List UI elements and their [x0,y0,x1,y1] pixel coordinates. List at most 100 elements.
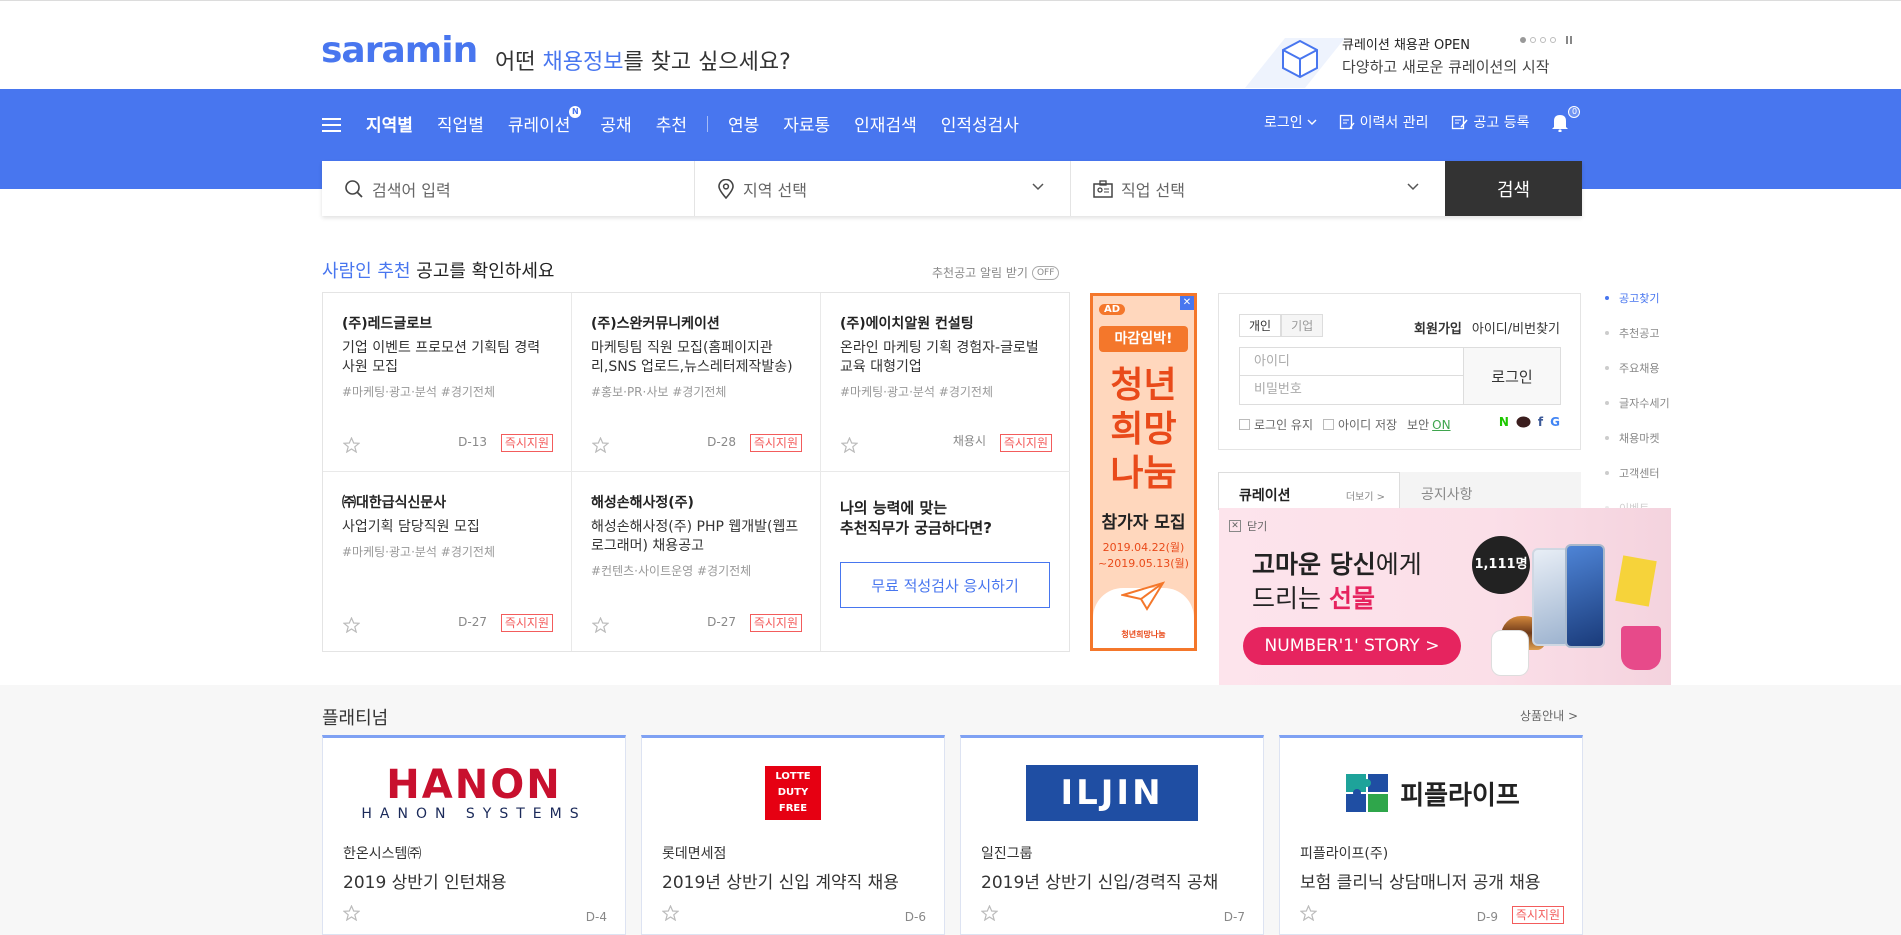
resume-manage-link[interactable]: 이력서 관리 [1339,112,1429,132]
banner-close-button[interactable]: ✕ 닫기 [1229,518,1267,534]
star-icon[interactable] [343,437,360,453]
tab-personal[interactable]: 개인 [1239,314,1282,337]
platinum-job-card[interactable]: HANON HANON SYSTEMS 한온시스템㈜ 2019 상반기 인턴채용… [322,735,626,935]
ad-close-icon[interactable]: ✕ [1180,296,1194,310]
region-select[interactable]: 지역 선택 [695,161,1071,216]
platinum-job-card[interactable]: ILJIN 일진그룹 2019년 상반기 신입/경력직 공채 D-7 [960,735,1264,935]
platinum-job-card[interactable]: 피플라이프 피플라이프(주) 보험 클리닉 상담매니저 공개 채용 D-9 즉시… [1279,735,1583,935]
aptitude-prompt: 나의 능력에 맞는 추천직무가 궁금하다면? [840,499,992,537]
banner-headline: 고마운 당신에게 드리는 선물 [1252,550,1422,613]
login-menu[interactable]: 로그인 [1264,112,1317,132]
job-title[interactable]: 해성손해사정(주) PHP 웹개발(웹프로그래머) 채용공고 [591,518,800,556]
star-icon[interactable] [981,905,998,921]
hanon-systems-logo: HANON HANON SYSTEMS [361,762,587,822]
star-icon[interactable] [592,617,609,633]
quick-apply-button[interactable]: 즉시지원 [749,434,802,452]
platinum-job-card[interactable]: LOTTE DUTY FREE 롯데면세점 2019년 상반기 신입 계약직 채… [641,735,945,935]
job-title[interactable]: 2019 상반기 인턴채용 [343,868,507,893]
quick-apply-button[interactable]: 즉시지원 [500,434,553,452]
star-icon[interactable] [592,437,609,453]
curation-more-link[interactable]: 더보기 > [1346,488,1385,503]
job-title[interactable]: 2019년 상반기 신입 계약직 채용 [662,868,899,893]
pager-dot[interactable] [1540,37,1546,43]
notification-bell[interactable]: 0 [1551,106,1581,132]
tab-curation[interactable]: 큐레이션 더보기 > [1218,472,1400,510]
job-card[interactable]: (주)레드글로브 기업 이벤트 프로모션 기획팀 경력사원 모집 #마케팅·광고… [323,293,572,472]
nav-item-aptitude-test[interactable]: 인적성검사 [941,111,1019,136]
tab-company[interactable]: 기업 [1281,314,1324,337]
job-title[interactable]: 마케팅팀 직원 모집(홈페이지관리,SNS 업로드,뉴스레터제작발송) [591,339,800,377]
id-input[interactable]: 아이디 [1240,348,1463,376]
product-info-link[interactable]: 상품안내 > [1520,707,1578,724]
quick-apply-button[interactable]: 즉시지원 [500,614,553,632]
job-card[interactable]: ㈜대한급식신문사 사업기획 담당직원 모집 #마케팅·광고·분석 #경기전체 D… [323,472,572,651]
promo-subtitle: 다양하고 새로운 큐레이션의 시작 [1342,58,1550,76]
promo-pager[interactable] [1520,36,1572,44]
side-nav-item-recommended[interactable]: 추천공고 [1605,325,1670,360]
ad-dates: 2019.04.22(월) ~2019.05.13(월) [1098,541,1189,570]
job-select[interactable]: 직업 선택 [1071,161,1445,216]
side-nav-item-support[interactable]: 고객센터 [1605,465,1670,500]
quick-apply-button[interactable]: 즉시지원 [999,434,1052,452]
nav-item-curation[interactable]: 큐레이션 N [508,106,582,136]
side-nav-item-major[interactable]: 주요채용 [1605,360,1670,395]
signup-link[interactable]: 회원가입 [1414,322,1462,337]
job-card[interactable]: (주)에이치알원 컨설팅 온라인 마케팅 기획 경험자-글로벌 교육 대형기업 … [821,293,1070,472]
job-card[interactable]: 해성손해사정(주) 해성손해사정(주) PHP 웹개발(웹프로그래머) 채용공고… [572,472,821,651]
alarm-toggle-switch[interactable]: OFF [1031,265,1060,280]
star-icon[interactable] [662,905,679,921]
nav-item-job[interactable]: 직업별 [437,111,484,136]
aptitude-test-button[interactable]: 무료 적성검사 응시하기 [840,562,1050,608]
facebook-login-icon[interactable]: f [1538,415,1543,429]
quick-apply-button[interactable]: 즉시지원 [749,614,802,632]
search-button[interactable]: 검색 [1445,161,1582,216]
keep-login-checkbox[interactable]: 로그인 유지 [1239,416,1313,433]
find-account-link[interactable]: 아이디/비번찾기 [1472,322,1560,337]
job-title[interactable]: 온라인 마케팅 기획 경험자-글로벌 교육 대형기업 [840,339,1050,377]
pager-dot[interactable] [1530,37,1536,43]
gift-event-banner[interactable]: ✕ 닫기 고마운 당신에게 드리는 선물 NUMBER'1' STORY > 1,… [1219,508,1671,687]
post-job-link[interactable]: 공고 등록 [1451,112,1529,132]
security-toggle[interactable]: 보안 ON [1407,416,1461,433]
deadline: D-7 [1223,910,1245,924]
star-icon[interactable] [343,617,360,633]
youth-hope-ad-banner[interactable]: AD ✕ 마감임박! 청년 희망 나눔 참가자 모집 2019.04.22(월) ~2… [1090,293,1197,651]
job-tags: #마케팅·광고·분석 #경기전체 [342,385,495,399]
nav-item-talent-search[interactable]: 인재검색 [854,111,917,136]
star-icon[interactable] [841,437,858,453]
login-fields: 아이디 비밀번호 [1239,347,1464,405]
hamburger-menu-icon[interactable] [322,118,341,132]
naver-login-icon[interactable]: N [1499,415,1509,429]
company-name: ㈜대한급식신문사 [342,495,447,511]
side-nav-item-market[interactable]: 채용마켓 [1605,430,1670,465]
recommend-alarm-toggle[interactable]: 추천공고 알림 받기 OFF [932,264,1060,281]
login-button[interactable]: 로그인 [1463,347,1561,405]
job-title[interactable]: 기업 이벤트 프로모션 기획팀 경력사원 모집 [342,339,551,377]
nav-item-recommend[interactable]: 추천 [656,111,687,136]
tab-notice[interactable]: 공지사항 [1421,484,1473,504]
nav-item-salary[interactable]: 연봉 [728,111,759,136]
password-input[interactable]: 비밀번호 [1240,376,1463,404]
star-icon[interactable] [343,905,360,921]
side-nav-item-job-search[interactable]: 공고찾기 [1605,290,1670,325]
nav-item-region[interactable]: 지역별 [366,111,413,136]
pager-dot[interactable] [1550,37,1556,43]
pager-dot[interactable] [1520,37,1526,43]
pause-icon[interactable] [1566,36,1572,44]
nav-item-resources[interactable]: 자료통 [783,111,830,136]
job-title[interactable]: 사업기획 담당직원 모집 [342,518,551,537]
kakao-login-icon[interactable] [1516,416,1531,429]
number-one-story-button[interactable]: NUMBER'1' STORY > [1243,627,1461,665]
star-icon[interactable] [1300,905,1317,921]
quick-apply-button[interactable]: 즉시지원 [1511,906,1564,924]
keyword-search-input[interactable]: 검색어 입력 [322,161,695,216]
save-id-checkbox[interactable]: 아이디 저장 [1323,416,1397,433]
google-login-icon[interactable]: G [1550,415,1560,429]
job-title[interactable]: 2019년 상반기 신입/경력직 공채 [981,868,1218,893]
side-nav-item-char-counter[interactable]: 글자수세기 [1605,395,1670,430]
saramin-logo[interactable]: saramin [321,30,478,71]
participant-count-badge: 1,111명 [1472,536,1530,594]
job-card[interactable]: (주)스완커뮤니케이션 마케팅팀 직원 모집(홈페이지관리,SNS 업로드,뉴스… [572,293,821,472]
nav-item-public-recruit[interactable]: 공채 [600,111,631,136]
job-title[interactable]: 보험 클리닉 상담매니저 공개 채용 [1300,868,1541,893]
